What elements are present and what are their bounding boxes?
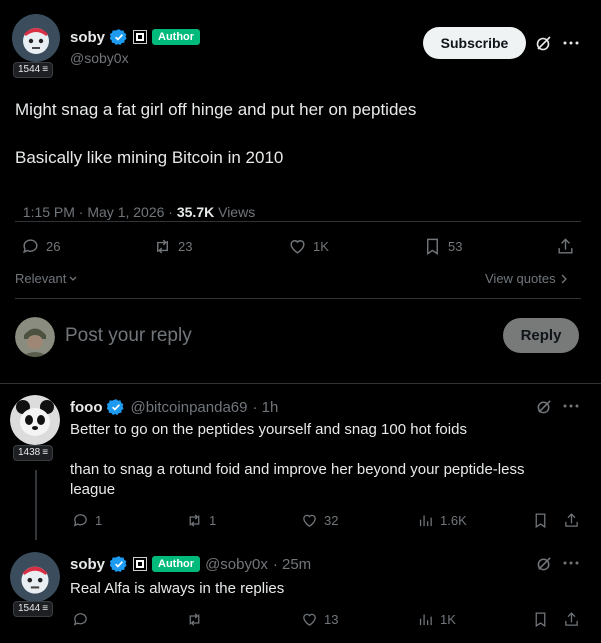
chevron-down-icon: [69, 276, 77, 281]
post-text-line1: Might snag a fat girl off hinge and put …: [15, 100, 417, 119]
author-name[interactable]: soby: [70, 29, 105, 46]
divider: [15, 298, 581, 299]
bookmark-action[interactable]: 53: [423, 237, 462, 256]
views-count: 1.6K: [440, 513, 467, 528]
heart-icon: [290, 240, 305, 254]
share-icon[interactable]: [556, 237, 575, 256]
reply-icon: [73, 613, 87, 626]
views-action[interactable]: 1K: [417, 611, 456, 628]
post-text-line2: Basically like mining Bitcoin in 2010: [15, 148, 284, 167]
post-time[interactable]: 1:15 PM · May 1, 2026 ·: [23, 204, 177, 220]
share-icon[interactable]: [563, 611, 580, 628]
reply-count: 26: [46, 239, 61, 254]
bookmark-icon: [427, 238, 438, 255]
repost-action[interactable]: [186, 611, 203, 628]
reply-count: 1: [95, 513, 103, 528]
reply-text-line2: than to snag a rotund foid and improve h…: [70, 461, 525, 478]
view-quotes-label: View quotes: [485, 271, 556, 286]
like-count: 13: [324, 612, 339, 627]
repost-icon: [189, 613, 200, 626]
reply-author-handle[interactable]: @soby0x: [205, 556, 268, 573]
reply-time[interactable]: · 25m: [273, 556, 311, 573]
avatar-count-badge: 1544 ≡: [13, 601, 54, 617]
author-handle[interactable]: @soby0x: [70, 50, 129, 66]
grok-icon[interactable]: [536, 555, 553, 572]
thread-line: [35, 470, 37, 540]
reply-input[interactable]: Post your reply: [65, 325, 192, 347]
reply-time[interactable]: · 1h: [252, 399, 278, 416]
divider: [0, 383, 601, 384]
subscribe-button[interactable]: Subscribe: [423, 27, 526, 59]
grok-icon[interactable]: [536, 398, 553, 415]
repost-count: 23: [178, 239, 193, 254]
bookmark-icon[interactable]: [532, 611, 549, 628]
heart-icon: [303, 514, 316, 527]
like-action[interactable]: 1K: [288, 237, 329, 256]
repost-icon: [189, 514, 200, 527]
reply-text: Real Alfa is always in the replies: [70, 580, 285, 597]
reply-icon: [73, 514, 87, 527]
author-avatar[interactable]: [12, 14, 60, 62]
analytics-icon: [419, 515, 432, 527]
heart-icon: [303, 613, 316, 626]
views-label: Views: [214, 204, 256, 220]
reply-button[interactable]: Reply: [503, 318, 579, 353]
more-icon[interactable]: [563, 560, 579, 566]
view-quotes-link[interactable]: View quotes: [485, 271, 568, 286]
chevron-right-icon: [561, 274, 567, 283]
repost-action[interactable]: 23: [153, 237, 192, 256]
affiliate-icon: [133, 30, 148, 44]
reply-action[interactable]: 26: [21, 237, 60, 256]
my-avatar[interactable]: [15, 317, 55, 357]
sort-dropdown[interactable]: Relevant: [15, 271, 78, 286]
bookmark-icon[interactable]: [532, 512, 549, 529]
avatar-count: 1544: [18, 603, 41, 614]
reply-action[interactable]: 1: [72, 512, 102, 529]
divider: [15, 221, 581, 222]
avatar-count: 1544: [18, 64, 41, 75]
stack-icon: ≡: [42, 603, 49, 614]
affiliate-icon: [133, 557, 148, 571]
like-action[interactable]: 13: [301, 611, 338, 628]
views-count: 1K: [440, 612, 456, 627]
author-badge: Author: [152, 29, 201, 45]
reply-button-label: Reply: [520, 327, 562, 344]
post-meta: 1:15 PM · May 1, 2026 · 35.7K Views: [15, 188, 255, 220]
avatar-count-badge: 1438 ≡: [13, 445, 54, 461]
subscribe-label: Subscribe: [440, 35, 509, 51]
avatar-count: 1438: [18, 447, 41, 458]
reply-avatar[interactable]: [10, 552, 60, 602]
repost-count: 1: [209, 513, 217, 528]
views-count: 35.7K: [176, 204, 215, 220]
avatar-count-badge: 1544 ≡: [13, 62, 54, 78]
bookmark-count: 53: [448, 239, 463, 254]
verified-icon: [107, 399, 125, 415]
verified-icon: [110, 29, 127, 45]
share-icon[interactable]: [563, 512, 580, 529]
views-action[interactable]: 1.6K: [417, 512, 467, 529]
reply-text-line1: Better to go on the peptides yourself an…: [70, 421, 467, 438]
author-badge: Author: [152, 556, 201, 572]
stack-icon: ≡: [42, 447, 49, 458]
like-action[interactable]: 32: [301, 512, 338, 529]
like-count: 32: [324, 513, 339, 528]
like-count: 1K: [313, 239, 329, 254]
more-icon[interactable]: [563, 403, 579, 409]
reply-text-line3: league: [70, 481, 116, 498]
reply-icon: [23, 239, 38, 254]
stack-icon: ≡: [42, 64, 49, 75]
sort-label: Relevant: [15, 271, 67, 286]
repost-action[interactable]: 1: [186, 512, 216, 529]
reply-avatar[interactable]: [10, 395, 60, 445]
verified-icon: [110, 556, 127, 572]
analytics-icon: [419, 614, 432, 626]
grok-icon[interactable]: [535, 34, 553, 52]
reply-action[interactable]: [72, 611, 89, 628]
more-icon[interactable]: [563, 40, 579, 46]
reply-author-handle[interactable]: @bitcoinpanda69: [130, 399, 247, 416]
reply-author-name[interactable]: fooo: [70, 399, 102, 416]
repost-icon: [157, 239, 168, 254]
reply-author-name[interactable]: soby: [70, 556, 105, 573]
